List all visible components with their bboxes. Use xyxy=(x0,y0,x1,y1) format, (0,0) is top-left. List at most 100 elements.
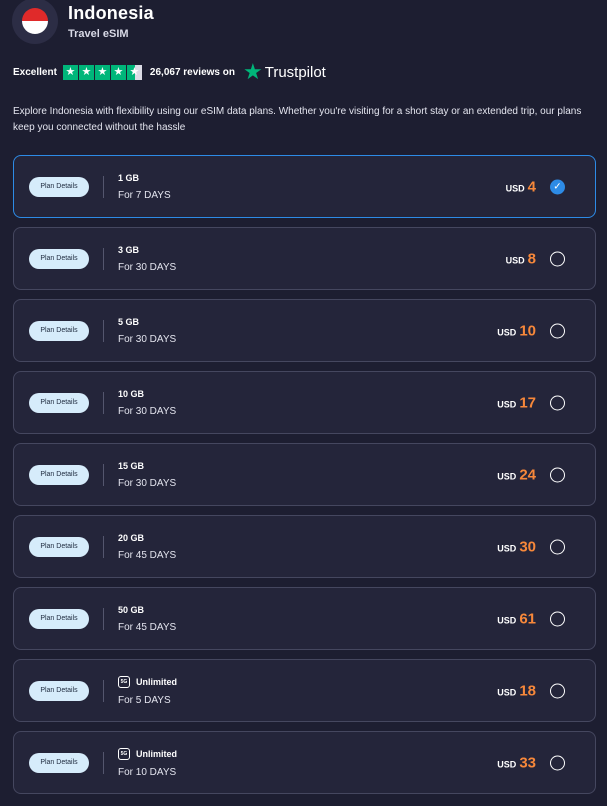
flag-avatar xyxy=(12,0,58,44)
5g-icon: 5G xyxy=(118,675,130,688)
plan-duration: For 45 DAYS xyxy=(118,549,177,561)
plan-price: USD 4 xyxy=(506,178,536,195)
plan-info: 1 GB For 7 DAYS xyxy=(118,173,171,201)
plan-info: 5G Unlimited For 5 DAYS xyxy=(118,675,178,706)
plan-details-button[interactable]: Plan Details xyxy=(29,248,89,269)
divider xyxy=(103,247,104,270)
plan-option[interactable]: Plan Details 5 GB For 30 DAYS USD 10 xyxy=(13,299,596,362)
plan-details-button[interactable]: Plan Details xyxy=(29,536,89,557)
price-amount: 33 xyxy=(519,754,536,771)
plan-info: 3 GB For 30 DAYS xyxy=(118,245,176,273)
trustpilot-logo[interactable]: Trustpilot xyxy=(265,64,326,81)
plan-option[interactable]: Plan Details 10 GB For 30 DAYS USD 17 xyxy=(13,371,596,434)
review-count: 26,067 reviews on xyxy=(149,66,235,78)
plan-data-row: 15 GB xyxy=(118,461,176,471)
plan-data-row: 5G Unlimited xyxy=(118,747,178,760)
header: Indonesia Travel eSIM xyxy=(12,0,154,46)
plan-duration: For 45 DAYS xyxy=(118,621,177,633)
plan-price: USD 10 xyxy=(497,322,536,339)
plan-data-amount: 3 GB xyxy=(118,244,140,255)
radio-button[interactable] xyxy=(550,539,565,554)
plan-option[interactable]: Plan Details 3 GB For 30 DAYS USD 8 xyxy=(13,227,596,290)
divider xyxy=(103,607,104,630)
plan-details-button[interactable]: Plan Details xyxy=(29,392,89,413)
plan-duration: For 5 DAYS xyxy=(118,694,171,706)
radio-button[interactable] xyxy=(550,611,565,626)
star-icon: ★ xyxy=(62,64,78,80)
plan-option[interactable]: Plan Details 15 GB For 30 DAYS USD 24 xyxy=(13,443,596,506)
plan-option[interactable]: Plan Details 1 GB For 7 DAYS USD 4 ✓ xyxy=(13,155,596,218)
divider xyxy=(103,463,104,486)
trustpilot-star-icon: ★ xyxy=(242,59,263,84)
price-currency: USD xyxy=(497,399,517,409)
trustpilot-rating[interactable]: Excellent ★ ★ ★ ★ ★ 26,067 reviews on ★ … xyxy=(13,59,326,84)
plan-data-row: 5 GB xyxy=(118,317,176,327)
radio-button[interactable] xyxy=(550,467,565,482)
plan-data-amount: 10 GB xyxy=(118,388,145,399)
plan-data-row: 20 GB xyxy=(118,533,176,543)
plan-data-amount: 20 GB xyxy=(118,532,145,543)
plan-data-amount: Unlimited xyxy=(136,748,178,759)
plan-info: 20 GB For 45 DAYS xyxy=(118,533,176,561)
plan-duration: For 30 DAYS xyxy=(118,477,177,489)
check-icon[interactable]: ✓ xyxy=(550,179,565,194)
plan-option[interactable]: Plan Details 50 GB For 45 DAYS USD 61 xyxy=(13,587,596,650)
plan-details-button[interactable]: Plan Details xyxy=(29,608,89,629)
plan-data-row: 10 GB xyxy=(118,389,176,399)
plans-description: Explore Indonesia with flexibility using… xyxy=(13,106,582,133)
plan-duration: For 7 DAYS xyxy=(118,189,171,201)
plan-price: USD 8 xyxy=(506,250,536,267)
plan-info: 5 GB For 30 DAYS xyxy=(118,317,176,345)
plan-option[interactable]: Plan Details 5G Unlimited For 5 DAYS USD 18 xyxy=(13,659,596,722)
price-amount: 8 xyxy=(527,250,536,267)
plan-duration: For 30 DAYS xyxy=(118,333,177,345)
price-currency: USD xyxy=(497,759,517,769)
star-icon: ★ xyxy=(78,64,94,80)
price-currency: USD xyxy=(505,255,525,265)
plan-option[interactable]: Plan Details 20 GB For 45 DAYS USD 30 xyxy=(13,515,596,578)
plan-data-row: 1 GB xyxy=(118,173,171,183)
radio-button[interactable] xyxy=(550,755,565,770)
divider xyxy=(103,679,104,702)
plan-details-button[interactable]: Plan Details xyxy=(29,464,89,485)
radio-button[interactable] xyxy=(550,323,565,338)
price-currency: USD xyxy=(497,471,517,481)
star-icon: ★ xyxy=(110,64,126,80)
plan-info: 15 GB For 30 DAYS xyxy=(118,461,176,489)
plan-data-amount: 15 GB xyxy=(118,460,145,471)
plan-price: USD 18 xyxy=(497,682,536,699)
price-amount: 17 xyxy=(519,394,536,411)
plan-data-row: 5G Unlimited xyxy=(118,675,178,688)
plan-details-button[interactable]: Plan Details xyxy=(29,320,89,341)
plan-details-button[interactable]: Plan Details xyxy=(29,680,89,701)
price-currency: USD xyxy=(497,327,517,337)
price-currency: USD xyxy=(497,687,517,697)
plan-data-amount: 1 GB xyxy=(118,172,140,183)
plan-details-button[interactable]: Plan Details xyxy=(29,752,89,773)
plan-price: USD 24 xyxy=(497,466,536,483)
plan-info: 10 GB For 30 DAYS xyxy=(118,389,176,417)
plan-price: USD 17 xyxy=(497,394,536,411)
plan-details-button[interactable]: Plan Details xyxy=(29,176,89,197)
price-currency: USD xyxy=(505,183,525,193)
radio-button[interactable] xyxy=(550,395,565,410)
5g-icon: 5G xyxy=(118,747,130,760)
page-subtitle: Travel eSIM xyxy=(68,27,129,40)
price-amount: 24 xyxy=(519,466,536,483)
radio-button[interactable] xyxy=(550,683,565,698)
plan-option[interactable]: Plan Details 5G Unlimited For 10 DAYS USD 33 xyxy=(13,731,596,794)
indonesia-flag-icon xyxy=(22,8,48,34)
page-title: Indonesia xyxy=(68,2,154,23)
star-icon: ★ xyxy=(94,64,110,80)
half-star-icon: ★ xyxy=(126,64,142,80)
divider xyxy=(103,535,104,558)
divider xyxy=(103,751,104,774)
plan-list: Plan Details 1 GB For 7 DAYS USD 4 ✓ Plan Deta… xyxy=(13,155,596,803)
radio-button[interactable] xyxy=(550,251,565,266)
plan-data-row: 50 GB xyxy=(118,605,176,615)
divider xyxy=(103,319,104,342)
plan-price: USD 30 xyxy=(497,538,536,555)
plan-data-amount: Unlimited xyxy=(136,676,178,687)
price-amount: 4 xyxy=(527,178,536,195)
plan-info: 50 GB For 45 DAYS xyxy=(118,605,176,633)
